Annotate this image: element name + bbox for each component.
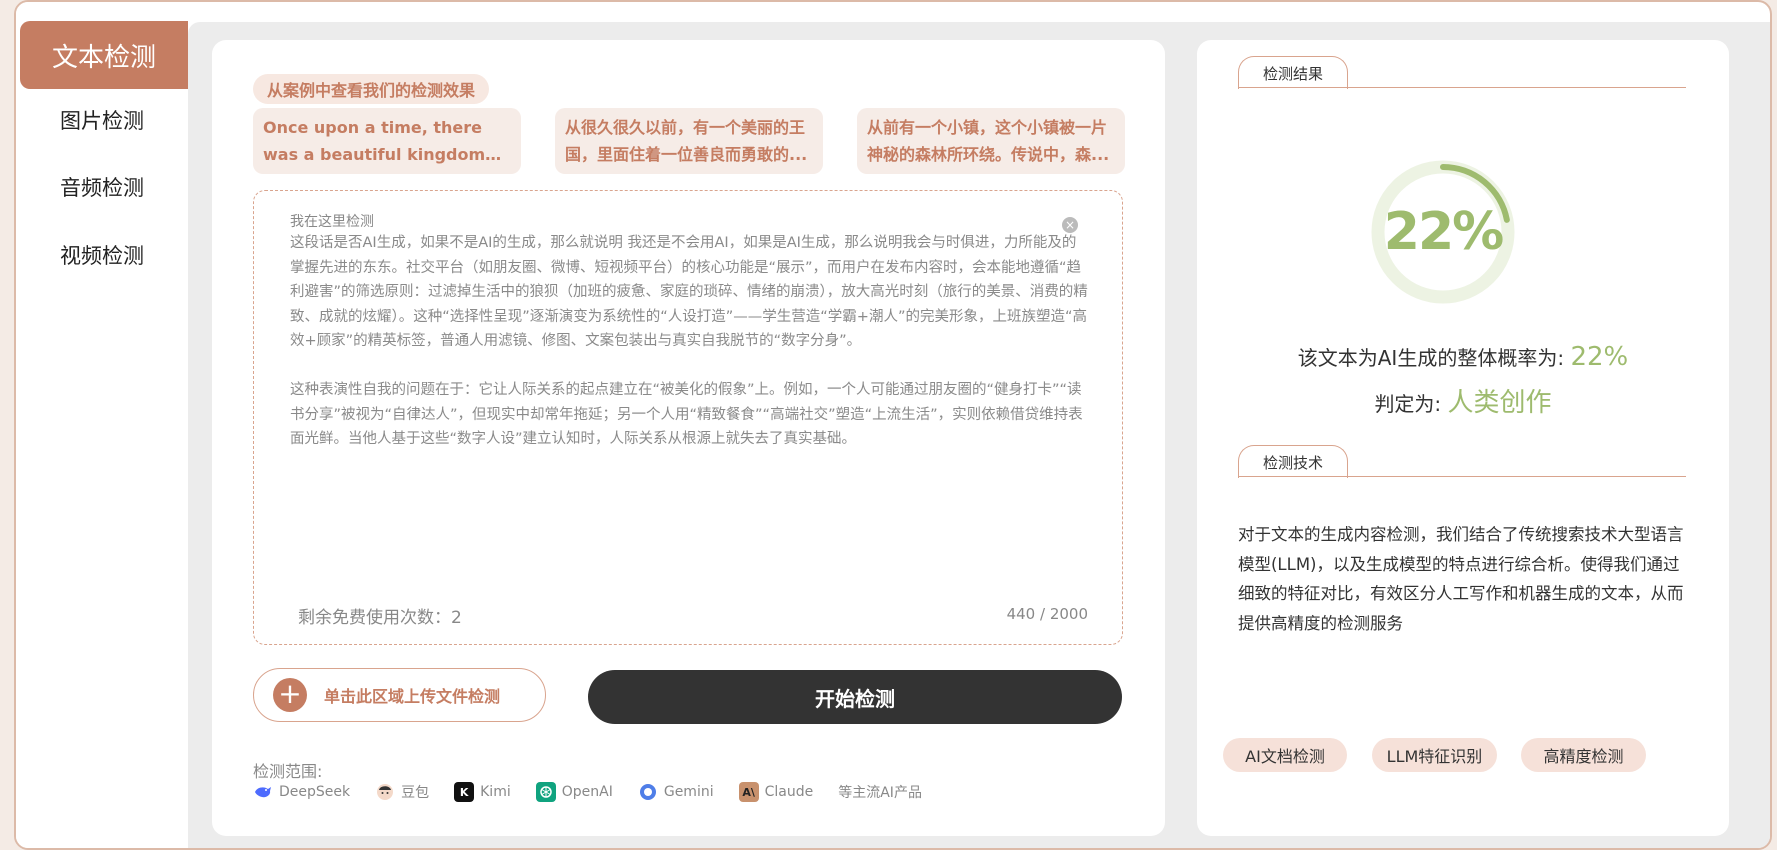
judgement-value: 人类创作 (1447, 388, 1552, 418)
text-input-content[interactable]: 这段话是否AI生成，如果不是AI的生成，那么就说明 我还是不会用AI，如果是AI… (290, 231, 1090, 476)
sidebar-item-image-detection[interactable]: 图片检测 (16, 86, 188, 154)
scope-item-openai: OpenAI (535, 782, 613, 802)
technology-section-tag: 检测技术 (1238, 445, 1349, 478)
chip-ai-document-detection: AI文档检测 (1223, 738, 1347, 772)
remaining-uses-label: 剩余免费使用次数： (298, 608, 451, 628)
scope-item-gemini: Gemini (637, 782, 714, 802)
scope-suffix: 等主流AI产品 (838, 785, 922, 801)
chip-high-precision-detection: 高精度检测 (1521, 738, 1646, 772)
scope-item-claude: A\ Claude (738, 782, 814, 802)
result-divider (1238, 87, 1686, 88)
probability-line: 该文本为AI生成的整体概率为: 22% (1197, 342, 1729, 372)
result-section-tag: 检测结果 (1238, 56, 1349, 89)
example-card-2[interactable]: 从很久很久以前，有一个美丽的王国，里面住着一位善良而勇敢的... (555, 108, 823, 174)
text-paragraph: 这种表演性自我的问题在于：它让人际关系的起点建立在“被美化的假象”上。例如，一个… (290, 382, 1083, 447)
detection-input-panel: 从案例中查看我们的检测效果 Once upon a time, there wa… (212, 40, 1165, 836)
scope-model-name: DeepSeek (279, 784, 351, 800)
sidebar-item-text-detection[interactable]: 文本检测 (20, 21, 188, 89)
example-card-text: 从很久很久以前，有一个美丽的王国，里面住着一位善良而勇敢的... (565, 118, 808, 164)
probability-value: 22% (1570, 342, 1629, 372)
scope-model-name: OpenAI (561, 784, 613, 800)
probability-percent: 22% (1383, 202, 1504, 262)
text-input-placeholder: 我在这里检测 (290, 214, 374, 230)
scope-model-name: 豆包 (401, 785, 430, 801)
app-window: 文本检测 图片检测 音频检测 视频检测 从案例中查看我们的检测效果 Once u… (14, 0, 1772, 850)
scope-item-doubao: 豆包 (375, 782, 429, 802)
char-counter: 440 / 2000 (1006, 605, 1088, 623)
technology-description: 对于文本的生成内容检测，我们结合了传统搜索技术大型语言模型(LLM)，以及生成模… (1238, 525, 1684, 633)
gemini-logo-icon (637, 782, 658, 802)
content-area: 从案例中查看我们的检测效果 Once upon a time, there wa… (188, 22, 1770, 848)
example-card-1[interactable]: Once upon a time, there was a beautiful … (253, 108, 521, 174)
upload-file-button[interactable]: + 单击此区域上传文件检测 (253, 668, 546, 722)
scope-label: 检测范围: (253, 762, 323, 781)
kimi-logo-icon: K (454, 782, 475, 802)
claude-logo-icon: A\ (738, 782, 759, 802)
remaining-uses: 剩余免费使用次数：2 (298, 603, 462, 628)
scope-item-kimi: K Kimi (454, 782, 511, 802)
upload-file-label: 单击此区域上传文件检测 (324, 687, 501, 706)
scope-model-name: Claude (764, 784, 814, 800)
text-input-area[interactable]: 我在这里检测 × 这段话是否AI生成，如果不是AI的生成，那么就说明 我还是不会… (253, 190, 1123, 645)
examples-tag: 从案例中查看我们的检测效果 (253, 74, 490, 104)
sidebar-item-audio-detection[interactable]: 音频检测 (16, 153, 188, 221)
plus-icon: + (273, 678, 307, 712)
sidebar: 文本检测 图片检测 音频检测 视频检测 (16, 2, 188, 848)
remaining-uses-count: 2 (451, 608, 462, 628)
detection-result-panel: 检测结果 22% 该文本为AI生成的整体概率为: 22% 判定为: 人类创作 检… (1197, 40, 1729, 836)
judgement-line: 判定为: 人类创作 (1197, 382, 1729, 419)
example-card-text: 从前有一个小镇，这个小镇被一片神秘的森林所环绕。传说中，森... (867, 118, 1110, 164)
deepseek-logo-icon (253, 782, 273, 802)
scope-model-name: Gemini (663, 784, 714, 800)
example-card-text: Once upon a time, there was a beautiful … (263, 118, 486, 164)
example-card-3[interactable]: 从前有一个小镇，这个小镇被一片神秘的森林所环绕。传说中，森... (857, 108, 1125, 174)
text-paragraph: 这段话是否AI生成，如果不是AI的生成，那么就说明 我还是不会用AI，如果是AI… (290, 235, 1088, 349)
openai-logo-icon (535, 782, 556, 802)
judgement-label: 判定为: (1374, 392, 1442, 416)
sidebar-item-video-detection[interactable]: 视频检测 (16, 221, 188, 289)
chip-llm-feature-recognition: LLM特征识别 (1372, 738, 1497, 772)
scope-model-name: Kimi (480, 784, 511, 800)
scope-item-deepseek: DeepSeek (253, 782, 350, 802)
technology-divider (1238, 476, 1686, 477)
scope-model-list: DeepSeek 豆包 K Kimi OpenAI Gemini A\ Clau… (253, 782, 947, 802)
probability-label: 该文本为AI生成的整体概率为: (1297, 346, 1565, 370)
doubao-logo-icon (375, 782, 396, 802)
start-detection-button[interactable]: 开始检测 (588, 670, 1122, 724)
